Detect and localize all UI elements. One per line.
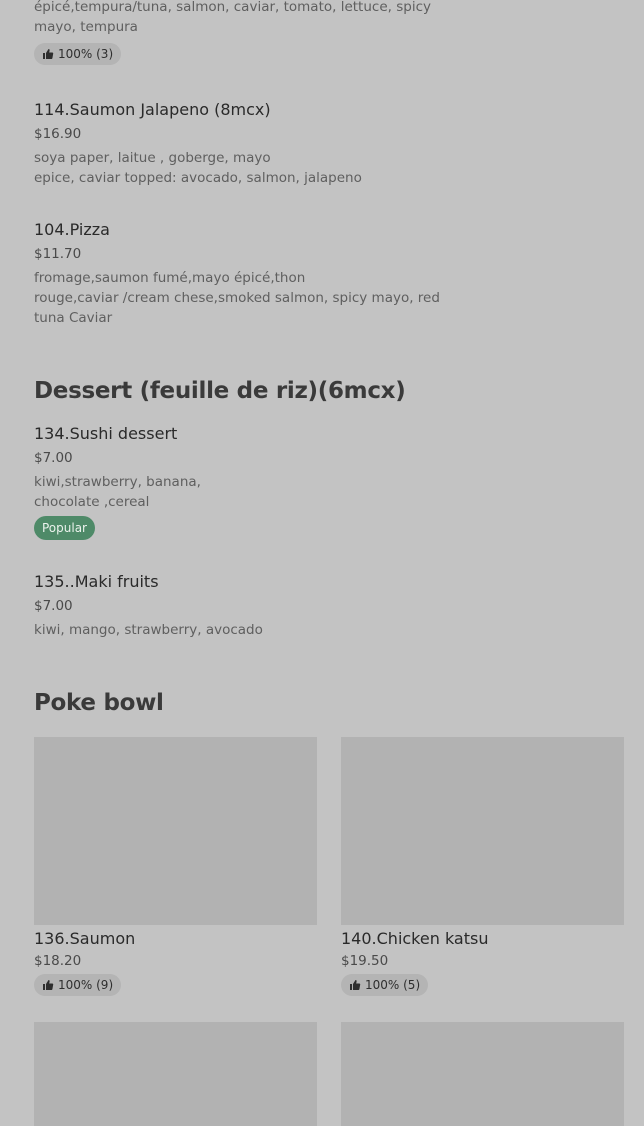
item-image-placeholder xyxy=(34,1022,317,1126)
section-title-dessert: Dessert (feuille de riz)(6mcx) xyxy=(34,378,406,404)
thumbs-up-icon xyxy=(43,980,54,990)
item-title: 140.Chicken katsu xyxy=(341,929,489,948)
description-line: kiwi,strawberry, banana, xyxy=(34,474,201,490)
item-price: $7.00 xyxy=(34,450,73,466)
menu-card[interactable]: 140.Chicken katsu $19.50 100% (5) xyxy=(341,737,624,996)
popular-badge: Popular xyxy=(34,516,95,540)
menu-card[interactable]: 136.Saumon $18.20 100% (9) xyxy=(34,737,317,996)
item-description: soya paper, laitue , goberge, mayo epice… xyxy=(34,148,434,188)
rating-badge: 100% (5) xyxy=(341,974,429,996)
description-line: soya paper, laitue , goberge, mayo xyxy=(34,150,271,166)
item-title: 136.Saumon xyxy=(34,929,136,948)
rating-badge: 100% (3) xyxy=(34,43,122,65)
description-line: fromage,saumon fumé,mayo épicé,thon xyxy=(34,270,306,286)
item-description: épicé,tempura/tuna, salmon, caviar, toma… xyxy=(34,0,434,37)
item-image-placeholder xyxy=(341,1022,624,1126)
item-image-placeholder xyxy=(34,737,317,925)
description-line: rouge,caviar /cream chese,smoked salmon,… xyxy=(34,290,440,306)
rating-text: 100% (9) xyxy=(58,978,114,992)
rating-badge: 100% (9) xyxy=(34,974,122,996)
menu-item[interactable]: 104.Pizza $11.70 fromage,saumon fumé,may… xyxy=(34,220,440,328)
description-line: chocolate ,cereal xyxy=(34,494,150,510)
item-price: $16.90 xyxy=(34,126,82,142)
description-line: épicé,tempura/tuna, salmon, caviar, toma… xyxy=(34,0,431,15)
item-price: $7.00 xyxy=(34,598,73,614)
item-description: kiwi,strawberry, banana, chocolate ,cere… xyxy=(34,472,434,512)
menu-card[interactable] xyxy=(34,1022,317,1126)
menu-item[interactable]: 135..Maki fruits $7.00 kiwi, mango, stra… xyxy=(34,572,434,640)
thumbs-up-icon xyxy=(43,49,54,59)
description-line: tuna Caviar xyxy=(34,310,113,326)
item-price: $11.70 xyxy=(34,246,82,262)
menu-card[interactable] xyxy=(341,1022,624,1126)
description-line: epice, caviar topped: avocado, salmon, j… xyxy=(34,170,362,186)
rating-text: 100% (5) xyxy=(365,978,421,992)
thumbs-up-icon xyxy=(350,980,361,990)
item-title: 135..Maki fruits xyxy=(34,572,159,591)
menu-item[interactable]: épicé,tempura/tuna, salmon, caviar, toma… xyxy=(34,0,434,65)
rating-text: 100% (3) xyxy=(58,47,114,61)
description-line: kiwi, mango, strawberry, avocado xyxy=(34,622,263,638)
item-description: kiwi, mango, strawberry, avocado xyxy=(34,620,434,640)
item-image-placeholder xyxy=(341,737,624,925)
item-price: $18.20 xyxy=(34,953,82,969)
item-title: 134.Sushi dessert xyxy=(34,424,178,443)
item-title: 104.Pizza xyxy=(34,220,110,239)
menu-item[interactable]: 134.Sushi dessert $7.00 kiwi,strawberry,… xyxy=(34,424,434,540)
section-title-poke-bowl: Poke bowl xyxy=(34,690,164,716)
item-description: fromage,saumon fumé,mayo épicé,thon roug… xyxy=(34,268,440,328)
menu-item[interactable]: 114.Saumon Jalapeno (8mcx) $16.90 soya p… xyxy=(34,100,434,188)
description-line: mayo, tempura xyxy=(34,19,138,35)
item-title: 114.Saumon Jalapeno (8mcx) xyxy=(34,100,271,119)
item-price: $19.50 xyxy=(341,953,389,969)
